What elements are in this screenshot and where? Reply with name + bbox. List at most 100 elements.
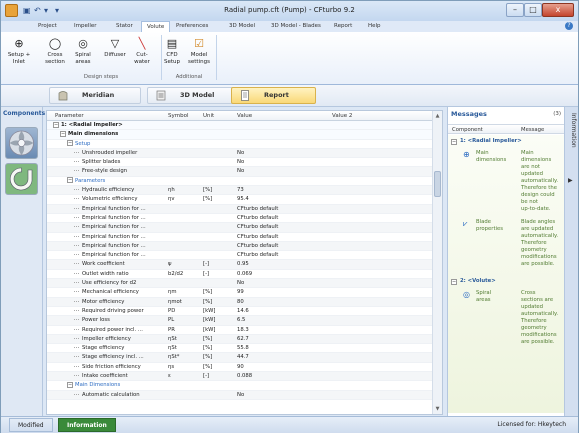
table-row[interactable]: Motor efficiency ηmot [%] 80 bbox=[47, 297, 433, 307]
maximize-button[interactable]: □ bbox=[524, 3, 542, 17]
menu-3d-model-blades[interactable]: 3D Model - Blades bbox=[271, 23, 321, 29]
menu-3d-model[interactable]: 3D Model bbox=[229, 23, 255, 29]
table-row[interactable]: Hydraulic efficiency ηh [%] 73 bbox=[47, 186, 433, 196]
menu-volute[interactable]: Volute bbox=[141, 21, 171, 32]
collapse-icon[interactable]: − bbox=[67, 140, 73, 147]
column-header-parameter[interactable]: Parameter bbox=[55, 113, 84, 119]
expand-arrow-icon[interactable]: ▶ bbox=[568, 177, 573, 184]
table-row[interactable]: Empirical function for ... CFturbo defaul… bbox=[47, 223, 433, 233]
collapse-icon[interactable]: − bbox=[67, 381, 73, 388]
table-row[interactable]: Empirical function for ... CFturbo defaul… bbox=[47, 204, 433, 214]
collapse-icon[interactable]: − bbox=[60, 130, 66, 137]
value-cell[interactable]: 99 bbox=[237, 288, 331, 297]
menu-project[interactable]: Project bbox=[38, 23, 57, 29]
collapse-icon[interactable]: − bbox=[451, 139, 457, 145]
value-cell[interactable]: 0.088 bbox=[237, 372, 331, 381]
messages-col-message[interactable]: Message bbox=[521, 127, 544, 133]
table-row[interactable]: Empirical function for ... CFturbo defaul… bbox=[47, 241, 433, 252]
table-row[interactable]: Empirical function for ... CFturbo defaul… bbox=[47, 214, 433, 224]
table-row[interactable]: Volumetric efficiency ηv [%] 95.4 bbox=[47, 195, 433, 205]
value-cell[interactable]: No bbox=[237, 391, 331, 400]
table-row[interactable]: Required power incl. ... PR [kW] 18.3 bbox=[47, 326, 433, 335]
menu-stator[interactable]: Stator bbox=[116, 23, 133, 29]
value-cell[interactable]: 80 bbox=[237, 298, 331, 307]
scroll-down-icon[interactable]: ▼ bbox=[433, 406, 442, 412]
table-row[interactable]: Impeller efficiency ηSt [%] 62.7 bbox=[47, 334, 433, 345]
value-cell[interactable]: No bbox=[237, 167, 331, 176]
spiral-areas-button[interactable]: ◎ Spiral areas bbox=[70, 37, 96, 65]
table-row[interactable]: − Setup bbox=[47, 140, 433, 149]
table-row[interactable]: Automatic calculation No bbox=[47, 390, 433, 400]
column-header-unit[interactable]: Unit bbox=[203, 113, 214, 119]
menu-preferences[interactable]: Preferences bbox=[176, 23, 208, 29]
value-cell[interactable]: CFturbo default bbox=[237, 205, 331, 214]
value-cell[interactable]: 0.069 bbox=[237, 270, 331, 279]
table-row[interactable]: Use efficiency for d2 No bbox=[47, 279, 433, 289]
tab-report[interactable]: Report bbox=[231, 87, 316, 104]
table-row[interactable]: Free-style design No bbox=[47, 167, 433, 177]
menu-report[interactable]: Report bbox=[334, 23, 352, 29]
table-row[interactable]: Required driving power PD [kW] 14.6 bbox=[47, 307, 433, 317]
value-cell[interactable]: CFturbo default bbox=[237, 233, 331, 242]
collapse-icon[interactable]: − bbox=[53, 121, 59, 128]
tab-3d-model[interactable]: 3D Model bbox=[147, 87, 239, 104]
table-row[interactable]: − Main dimensions bbox=[47, 130, 433, 140]
column-header-value[interactable]: Value bbox=[237, 113, 252, 119]
table-row[interactable]: −1: <Radial Impeller> bbox=[47, 121, 433, 131]
value-cell[interactable]: 44.7 bbox=[237, 353, 331, 362]
menu-help[interactable]: Help bbox=[368, 23, 381, 29]
value-cell[interactable]: 0.95 bbox=[237, 260, 331, 269]
tab-meridian[interactable]: Meridian bbox=[49, 87, 141, 104]
column-header-symbol[interactable]: Symbol bbox=[168, 113, 189, 119]
grid-scrollbar[interactable]: ▲ ▼ bbox=[432, 111, 442, 414]
value-cell[interactable]: No bbox=[237, 279, 331, 288]
table-row[interactable]: Mechanical efficiency ηm [%] 99 bbox=[47, 288, 433, 298]
component-volute[interactable] bbox=[5, 163, 38, 195]
table-row[interactable]: Power loss PL [kW] 6.5 bbox=[47, 316, 433, 326]
model-settings-button[interactable]: ☑ Model settings bbox=[185, 37, 213, 65]
table-row[interactable]: Unshrouded impeller No bbox=[47, 148, 433, 159]
table-row[interactable]: Side friction efficiency ηs [%] 90 bbox=[47, 363, 433, 373]
table-row[interactable]: Splitter blades No bbox=[47, 158, 433, 168]
table-row[interactable]: Work coefficient ψ [-] 0.95 bbox=[47, 260, 433, 270]
value-cell[interactable]: 6.5 bbox=[237, 316, 331, 325]
value-cell[interactable]: CFturbo default bbox=[237, 223, 331, 232]
value-cell[interactable]: 18.3 bbox=[237, 326, 331, 335]
information-sidebar[interactable]: Information ▶ bbox=[564, 107, 578, 416]
cfd-setup-button[interactable]: ▤ CFD Setup bbox=[159, 37, 185, 65]
scroll-up-icon[interactable]: ▲ bbox=[433, 113, 442, 119]
table-row[interactable]: Stage efficiency ηSt [%] 55.8 bbox=[47, 344, 433, 354]
table-row[interactable]: − Main Dimensions bbox=[47, 381, 433, 391]
help-icon[interactable]: ? bbox=[565, 22, 573, 30]
table-row[interactable]: Stage efficiency incl. ... ηSt* [%] 44.7 bbox=[47, 353, 433, 363]
collapse-icon[interactable]: − bbox=[67, 177, 73, 184]
table-row[interactable]: Outlet width ratio b2/d2 [-] 0.069 bbox=[47, 270, 433, 280]
column-header-value-2[interactable]: Value 2 bbox=[332, 113, 352, 119]
value-cell[interactable]: 62.7 bbox=[237, 335, 331, 344]
value-cell[interactable]: 90 bbox=[237, 363, 331, 372]
component-radial-impeller[interactable] bbox=[5, 127, 38, 159]
value-cell[interactable]: CFturbo default bbox=[237, 214, 331, 223]
value-cell[interactable]: 73 bbox=[237, 186, 331, 195]
menu-impeller[interactable]: Impeller bbox=[74, 23, 97, 29]
value-cell[interactable]: CFturbo default bbox=[237, 242, 331, 251]
table-row[interactable]: Intake coefficient ε [-] 0.088 bbox=[47, 372, 433, 382]
value-cell[interactable]: No bbox=[237, 158, 331, 167]
scrollbar-thumb[interactable] bbox=[434, 171, 441, 197]
close-button[interactable]: x bbox=[542, 3, 574, 17]
value-cell[interactable]: CFturbo default bbox=[237, 251, 331, 260]
diffuser-button[interactable]: ▽ Diffuser bbox=[102, 37, 128, 59]
value-cell[interactable]: 14.6 bbox=[237, 307, 331, 316]
cross-section-button[interactable]: ◯ Cross section bbox=[42, 37, 68, 65]
status-tab-modified[interactable]: Modified bbox=[9, 418, 53, 432]
value-cell[interactable]: No bbox=[237, 149, 331, 158]
table-row[interactable]: − Parameters bbox=[47, 177, 433, 187]
status-tab-information[interactable]: Information bbox=[58, 418, 116, 432]
setup-inlet-button[interactable]: ⊕ Setup + Inlet bbox=[6, 37, 32, 65]
cutwater-button[interactable]: ╲ Cut- water bbox=[129, 37, 155, 65]
value-cell[interactable]: 95.4 bbox=[237, 195, 331, 204]
collapse-icon[interactable]: − bbox=[451, 279, 457, 285]
minimize-button[interactable]: – bbox=[506, 3, 524, 17]
table-row[interactable]: Empirical function for ... CFturbo defaul… bbox=[47, 251, 433, 261]
messages-col-component[interactable]: Component bbox=[452, 127, 483, 133]
